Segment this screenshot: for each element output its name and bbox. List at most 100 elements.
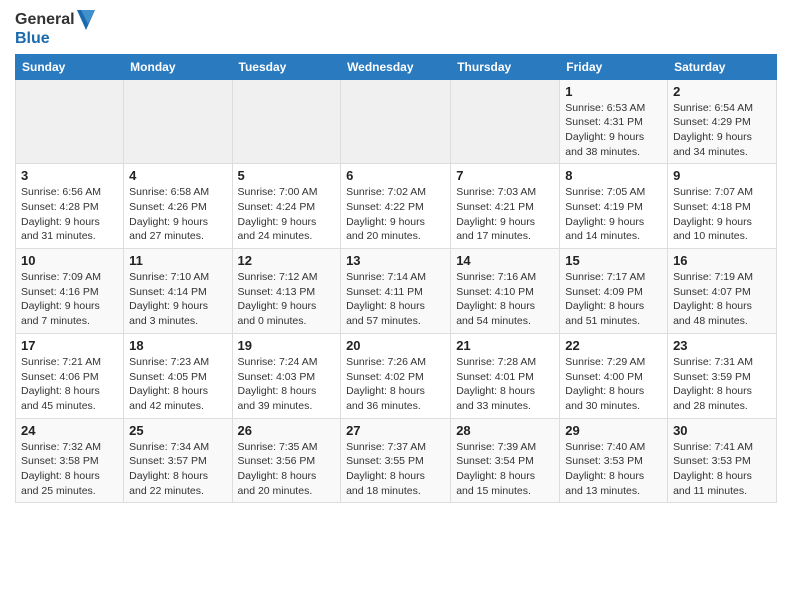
calendar-cell: 24Sunrise: 7:32 AM Sunset: 3:58 PM Dayli… <box>16 418 124 503</box>
day-number: 4 <box>129 168 226 183</box>
day-info: Sunrise: 7:23 AM Sunset: 4:05 PM Dayligh… <box>129 355 226 414</box>
weekday-header-saturday: Saturday <box>668 54 777 79</box>
day-info: Sunrise: 6:58 AM Sunset: 4:26 PM Dayligh… <box>129 185 226 244</box>
day-number: 27 <box>346 423 445 438</box>
day-info: Sunrise: 7:37 AM Sunset: 3:55 PM Dayligh… <box>346 440 445 499</box>
day-info: Sunrise: 7:09 AM Sunset: 4:16 PM Dayligh… <box>21 270 118 329</box>
day-info: Sunrise: 7:24 AM Sunset: 4:03 PM Dayligh… <box>238 355 336 414</box>
calendar-cell: 4 Sunrise: 6:58 AM Sunset: 4:26 PM Daylig… <box>124 164 232 249</box>
calendar-cell: 10 Sunrise: 7:09 AM Sunset: 4:16 PM Dayli… <box>16 249 124 334</box>
calendar-cell: 29 Sunrise: 7:40 AM Sunset: 3:53 PM Dayli… <box>560 418 668 503</box>
calendar-cell: 18 Sunrise: 7:23 AM Sunset: 4:05 PM Dayli… <box>124 333 232 418</box>
day-number: 23 <box>673 338 771 353</box>
day-info: Sunrise: 7:31 AM Sunset: 3:59 PM Dayligh… <box>673 355 771 414</box>
day-number: 1 <box>565 84 662 99</box>
day-number: 7 <box>456 168 554 183</box>
day-number: 16 <box>673 253 771 268</box>
day-number: 6 <box>346 168 445 183</box>
calendar-week-4: 17 Sunrise: 7:21 AM Sunset: 4:06 PM Dayli… <box>16 333 777 418</box>
calendar-cell: 8 Sunrise: 7:05 AM Sunset: 4:19 PM Daylig… <box>560 164 668 249</box>
day-number: 26 <box>238 423 336 438</box>
calendar-cell: 17 Sunrise: 7:21 AM Sunset: 4:06 PM Dayli… <box>16 333 124 418</box>
calendar-week-2: 3 Sunrise: 6:56 AM Sunset: 4:28 PM Daylig… <box>16 164 777 249</box>
calendar-cell: 19 Sunrise: 7:24 AM Sunset: 4:03 PM Dayli… <box>232 333 341 418</box>
day-number: 3 <box>21 168 118 183</box>
calendar-cell: 2Sunrise: 6:54 AM Sunset: 4:29 PM Daylig… <box>668 79 777 164</box>
calendar-cell: 14 Sunrise: 7:16 AM Sunset: 4:10 PM Dayli… <box>451 249 560 334</box>
day-info: Sunrise: 7:21 AM Sunset: 4:06 PM Dayligh… <box>21 355 118 414</box>
calendar-cell: 20 Sunrise: 7:26 AM Sunset: 4:02 PM Dayli… <box>341 333 451 418</box>
calendar-cell: 7 Sunrise: 7:03 AM Sunset: 4:21 PM Daylig… <box>451 164 560 249</box>
weekday-header-tuesday: Tuesday <box>232 54 341 79</box>
calendar-cell: 1 Sunrise: 6:53 AM Sunset: 4:31 PM Daylig… <box>560 79 668 164</box>
day-number: 30 <box>673 423 771 438</box>
day-number: 21 <box>456 338 554 353</box>
calendar-cell: 15Sunrise: 7:17 AM Sunset: 4:09 PM Dayli… <box>560 249 668 334</box>
day-number: 9 <box>673 168 771 183</box>
day-info: Sunrise: 7:14 AM Sunset: 4:11 PM Dayligh… <box>346 270 445 329</box>
day-info: Sunrise: 7:40 AM Sunset: 3:53 PM Dayligh… <box>565 440 662 499</box>
day-number: 17 <box>21 338 118 353</box>
day-number: 8 <box>565 168 662 183</box>
calendar-cell: 16 Sunrise: 7:19 AM Sunset: 4:07 PM Dayli… <box>668 249 777 334</box>
day-info: Sunrise: 7:03 AM Sunset: 4:21 PM Dayligh… <box>456 185 554 244</box>
day-number: 11 <box>129 253 226 268</box>
weekday-header-thursday: Thursday <box>451 54 560 79</box>
day-info: Sunrise: 7:17 AM Sunset: 4:09 PM Dayligh… <box>565 270 662 329</box>
day-info: Sunrise: 7:05 AM Sunset: 4:19 PM Dayligh… <box>565 185 662 244</box>
weekday-header-wednesday: Wednesday <box>341 54 451 79</box>
day-number: 12 <box>238 253 336 268</box>
day-number: 5 <box>238 168 336 183</box>
header: General Blue <box>15 10 777 48</box>
calendar-cell <box>451 79 560 164</box>
main-container: General Blue SundayMondayTuesdayWednesda… <box>0 0 792 513</box>
day-number: 10 <box>21 253 118 268</box>
calendar-cell: 23 Sunrise: 7:31 AM Sunset: 3:59 PM Dayli… <box>668 333 777 418</box>
day-info: Sunrise: 7:16 AM Sunset: 4:10 PM Dayligh… <box>456 270 554 329</box>
weekday-header-monday: Monday <box>124 54 232 79</box>
day-number: 25 <box>129 423 226 438</box>
calendar-cell <box>124 79 232 164</box>
day-info: Sunrise: 6:53 AM Sunset: 4:31 PM Dayligh… <box>565 101 662 160</box>
day-info: Sunrise: 7:34 AM Sunset: 3:57 PM Dayligh… <box>129 440 226 499</box>
calendar-cell <box>16 79 124 164</box>
day-info: Sunrise: 7:39 AM Sunset: 3:54 PM Dayligh… <box>456 440 554 499</box>
calendar-cell: 30 Sunrise: 7:41 AM Sunset: 3:53 PM Dayli… <box>668 418 777 503</box>
day-info: Sunrise: 7:07 AM Sunset: 4:18 PM Dayligh… <box>673 185 771 244</box>
logo-general: General <box>15 10 95 30</box>
calendar-week-3: 10 Sunrise: 7:09 AM Sunset: 4:16 PM Dayli… <box>16 249 777 334</box>
calendar-cell: 3 Sunrise: 6:56 AM Sunset: 4:28 PM Daylig… <box>16 164 124 249</box>
calendar-cell: 9 Sunrise: 7:07 AM Sunset: 4:18 PM Daylig… <box>668 164 777 249</box>
day-number: 18 <box>129 338 226 353</box>
day-info: Sunrise: 7:02 AM Sunset: 4:22 PM Dayligh… <box>346 185 445 244</box>
weekday-header-sunday: Sunday <box>16 54 124 79</box>
day-number: 13 <box>346 253 445 268</box>
calendar-week-1: 1 Sunrise: 6:53 AM Sunset: 4:31 PM Daylig… <box>16 79 777 164</box>
day-info: Sunrise: 7:26 AM Sunset: 4:02 PM Dayligh… <box>346 355 445 414</box>
calendar-cell: 25 Sunrise: 7:34 AM Sunset: 3:57 PM Dayli… <box>124 418 232 503</box>
calendar-cell: 27 Sunrise: 7:37 AM Sunset: 3:55 PM Dayli… <box>341 418 451 503</box>
calendar-cell: 13 Sunrise: 7:14 AM Sunset: 4:11 PM Dayli… <box>341 249 451 334</box>
day-number: 20 <box>346 338 445 353</box>
calendar-cell: 28 Sunrise: 7:39 AM Sunset: 3:54 PM Dayli… <box>451 418 560 503</box>
day-info: Sunrise: 7:28 AM Sunset: 4:01 PM Dayligh… <box>456 355 554 414</box>
day-number: 19 <box>238 338 336 353</box>
day-info: Sunrise: 7:12 AM Sunset: 4:13 PM Dayligh… <box>238 270 336 329</box>
day-number: 24 <box>21 423 118 438</box>
day-number: 22 <box>565 338 662 353</box>
day-info: Sunrise: 6:56 AM Sunset: 4:28 PM Dayligh… <box>21 185 118 244</box>
logo: General Blue <box>15 10 95 48</box>
day-info: Sunrise: 7:29 AM Sunset: 4:00 PM Dayligh… <box>565 355 662 414</box>
calendar-table: SundayMondayTuesdayWednesdayThursdayFrid… <box>15 54 777 504</box>
day-number: 29 <box>565 423 662 438</box>
calendar-cell: 21 Sunrise: 7:28 AM Sunset: 4:01 PM Dayli… <box>451 333 560 418</box>
calendar-cell: 5 Sunrise: 7:00 AM Sunset: 4:24 PM Daylig… <box>232 164 341 249</box>
day-info: Sunrise: 7:00 AM Sunset: 4:24 PM Dayligh… <box>238 185 336 244</box>
day-info: Sunrise: 7:19 AM Sunset: 4:07 PM Dayligh… <box>673 270 771 329</box>
day-info: Sunrise: 7:35 AM Sunset: 3:56 PM Dayligh… <box>238 440 336 499</box>
day-number: 28 <box>456 423 554 438</box>
calendar-week-5: 24Sunrise: 7:32 AM Sunset: 3:58 PM Dayli… <box>16 418 777 503</box>
day-number: 14 <box>456 253 554 268</box>
day-number: 2 <box>673 84 771 99</box>
day-info: Sunrise: 7:41 AM Sunset: 3:53 PM Dayligh… <box>673 440 771 499</box>
